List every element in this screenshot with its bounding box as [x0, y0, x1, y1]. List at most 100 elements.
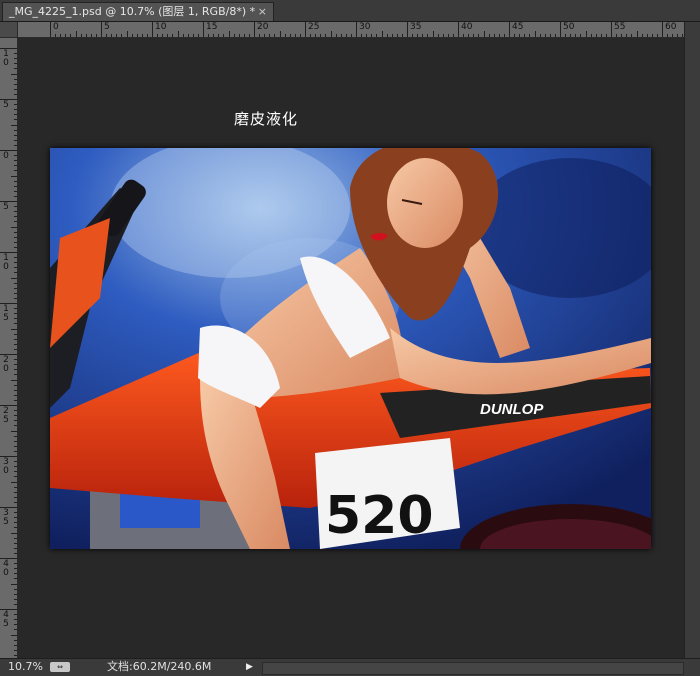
ruler-minor-tick — [106, 34, 108, 37]
ruler-minor-tick — [14, 399, 17, 401]
ruler-minor-tick — [116, 34, 118, 37]
vertical-scrollbar[interactable] — [684, 22, 700, 658]
document-tab[interactable]: _MG_4225_1.psd @ 10.7% (图层 1, RGB/8*) * … — [2, 2, 274, 21]
ruler-minor-tick — [14, 114, 17, 116]
ruler-minor-tick — [279, 31, 281, 37]
ruler-minor-tick — [213, 34, 215, 37]
ruler-minor-tick — [14, 333, 17, 335]
ruler-major-tick — [611, 22, 612, 37]
ruler-minor-tick — [14, 537, 17, 539]
ruler-minor-tick — [11, 73, 17, 75]
ruler-minor-tick — [315, 34, 317, 37]
ruler-minor-tick — [422, 34, 424, 37]
ruler-minor-tick — [126, 31, 128, 37]
vertical-ruler[interactable]: 10 5 0 5 10 15 20 25 30 35 40 45 — [0, 38, 18, 658]
ruler-minor-tick — [493, 34, 495, 37]
ruler-label: 40 — [3, 559, 9, 578]
ruler-minor-tick — [14, 272, 17, 274]
ruler-minor-tick — [514, 34, 516, 37]
ruler-minor-tick — [14, 359, 17, 361]
ruler-minor-tick — [656, 34, 658, 37]
ruler-minor-tick — [243, 34, 245, 37]
ruler-minor-tick — [14, 129, 17, 131]
ruler-minor-tick — [432, 31, 434, 37]
ruler-minor-tick — [289, 34, 291, 37]
ruler-minor-tick — [14, 63, 17, 65]
ruler-minor-tick — [14, 374, 17, 376]
ruler-minor-tick — [233, 34, 235, 37]
ruler-major-tick — [356, 22, 357, 37]
ruler-minor-tick — [14, 211, 17, 213]
zoom-level[interactable]: 10.7% — [8, 659, 43, 675]
ruler-minor-tick — [14, 308, 17, 310]
ruler-origin-corner[interactable] — [0, 22, 18, 38]
ruler-minor-tick — [14, 476, 17, 478]
ruler-minor-tick — [167, 34, 169, 37]
ruler-minor-tick — [14, 134, 17, 136]
ruler-major-tick — [509, 22, 510, 37]
ruler-minor-tick — [14, 185, 17, 187]
ruler-major-tick — [560, 22, 561, 37]
ruler-minor-tick — [667, 34, 669, 37]
ruler-minor-tick — [14, 180, 17, 182]
ruler-minor-tick — [14, 119, 17, 121]
number-plate-text: 520 — [325, 486, 434, 546]
ruler-minor-tick — [14, 343, 17, 345]
ruler-minor-tick — [14, 282, 17, 284]
ruler-minor-tick — [14, 394, 17, 396]
horizontal-scrollbar[interactable] — [262, 662, 684, 675]
ruler-label: 20 — [257, 22, 269, 32]
ruler-minor-tick — [11, 379, 17, 381]
ruler-minor-tick — [14, 624, 17, 626]
ruler-minor-tick — [14, 231, 17, 233]
ruler-minor-tick — [381, 31, 383, 37]
ruler-minor-tick — [14, 440, 17, 442]
ruler-minor-tick — [14, 491, 17, 493]
ruler-minor-tick — [14, 139, 17, 141]
ruler-minor-tick — [228, 31, 230, 37]
canvas-text-layer[interactable]: 磨皮液化 — [234, 108, 298, 129]
ruler-minor-tick — [85, 34, 87, 37]
ruler-minor-tick — [14, 236, 17, 238]
ruler-minor-tick — [172, 34, 174, 37]
ruler-minor-tick — [14, 170, 17, 172]
ruler-minor-tick — [14, 88, 17, 90]
ruler-label: 0 — [53, 22, 59, 32]
ruler-label: 15 — [206, 22, 218, 32]
ruler-minor-tick — [14, 155, 17, 157]
horizontal-ruler[interactable]: 0 5 10 15 20 25 30 35 40 45 50 55 60 — [18, 22, 684, 38]
status-menu-arrow-icon[interactable]: ▶ — [246, 659, 253, 675]
ruler-minor-tick — [14, 527, 17, 529]
ruler-minor-tick — [14, 573, 17, 575]
ruler-minor-tick — [208, 34, 210, 37]
ruler-major-tick — [152, 22, 153, 37]
ruler-label: 5 — [3, 100, 9, 110]
ruler-minor-tick — [187, 34, 189, 37]
ruler-minor-tick — [248, 34, 250, 37]
ruler-minor-tick — [437, 34, 439, 37]
ruler-minor-tick — [473, 34, 475, 37]
canvas-photo[interactable]: DUNLOP 520 — [50, 148, 651, 549]
ruler-minor-tick — [157, 34, 159, 37]
ruler-minor-tick — [524, 34, 526, 37]
ruler-label: 10 — [155, 22, 167, 32]
ruler-minor-tick — [14, 384, 17, 386]
ruler-label: 5 — [104, 22, 110, 32]
close-icon[interactable]: × — [258, 3, 267, 21]
ruler-minor-tick — [371, 34, 373, 37]
ruler-major-tick — [254, 22, 255, 37]
ruler-minor-tick — [14, 629, 17, 631]
ruler-minor-tick — [463, 34, 465, 37]
ruler-minor-tick — [14, 297, 17, 299]
ruler-minor-tick — [14, 578, 17, 580]
ruler-minor-tick — [361, 34, 363, 37]
ruler-label: 20 — [3, 355, 9, 374]
ruler-minor-tick — [11, 124, 17, 126]
ruler-minor-tick — [366, 34, 368, 37]
ruler-minor-tick — [575, 34, 577, 37]
document-tab-bar: _MG_4225_1.psd @ 10.7% (图层 1, RGB/8*) * … — [0, 0, 700, 22]
document-profile-icon[interactable]: ⇔ — [50, 662, 70, 672]
ruler-minor-tick — [539, 34, 541, 37]
document-tab-title: _MG_4225_1.psd @ 10.7% (图层 1, RGB/8*) * — [9, 5, 256, 18]
ruler-minor-tick — [218, 34, 220, 37]
